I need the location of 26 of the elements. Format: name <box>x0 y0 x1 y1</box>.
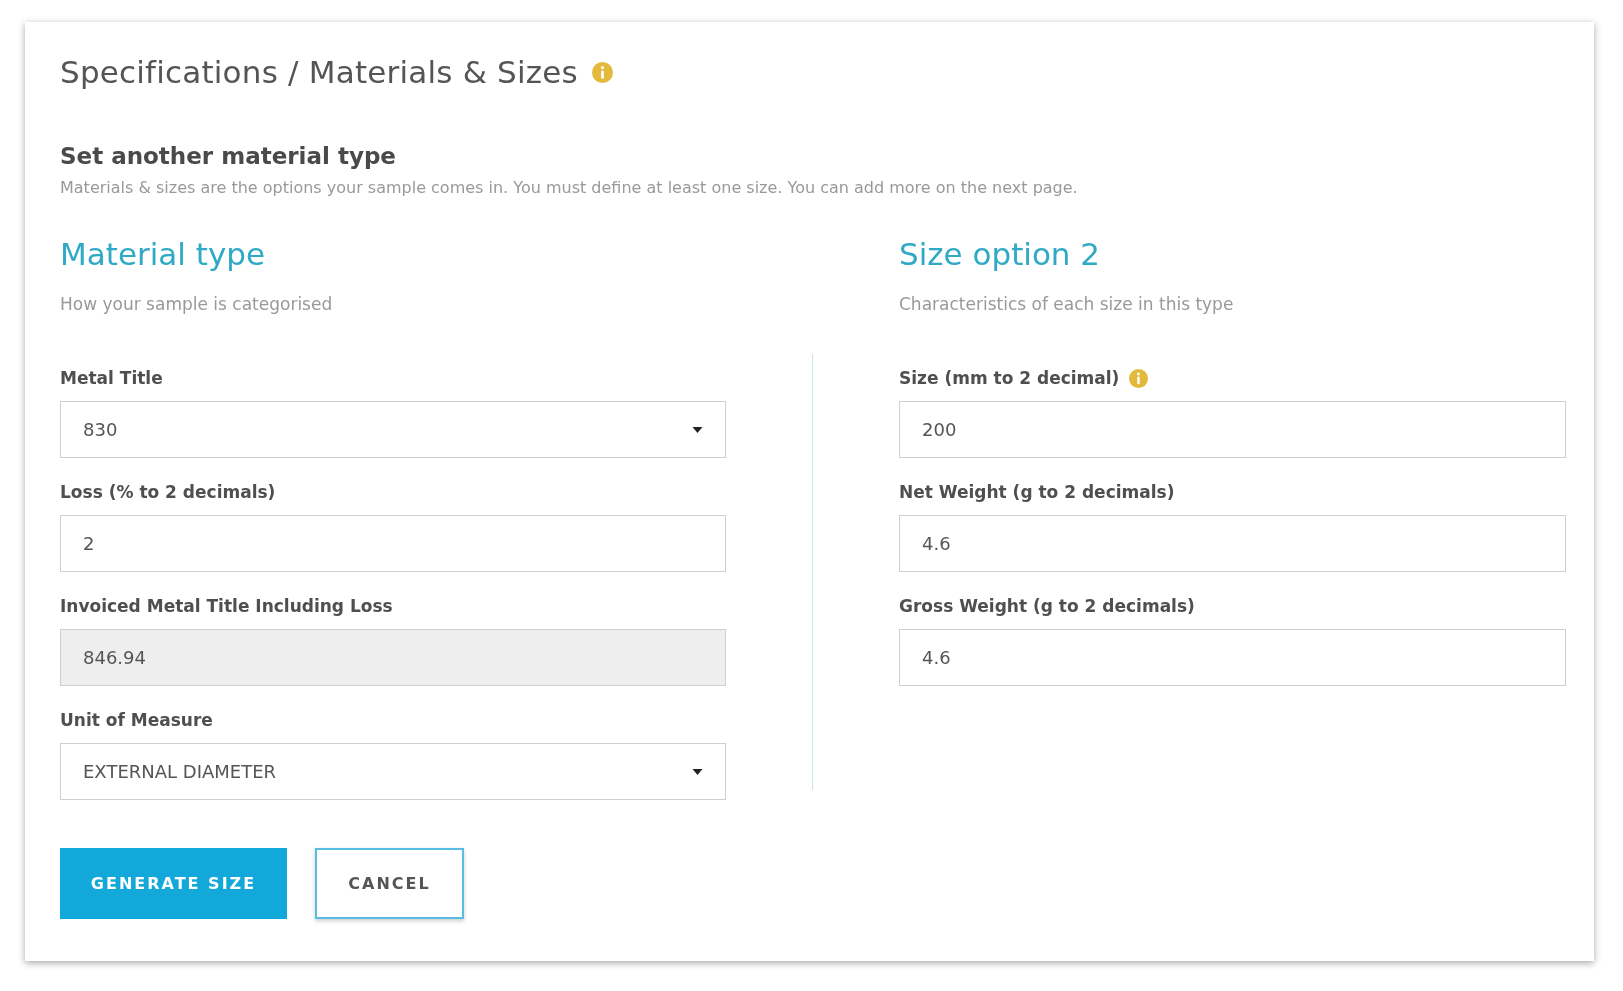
info-icon[interactable] <box>591 61 613 83</box>
page-title: Specifications / Materials & Sizes <box>60 54 578 90</box>
cancel-button[interactable]: CANCEL <box>315 848 464 919</box>
section-heading: Set another material type <box>60 143 397 169</box>
field-label: Invoiced Metal Title Including Loss <box>60 596 393 616</box>
column-subtitle: Characteristics of each size in this type <box>899 294 1235 316</box>
caret-icon <box>692 768 703 775</box>
field-label: Metal Title <box>60 368 163 388</box>
column-title: Material type <box>60 236 267 274</box>
field-label: Loss (% to 2 decimals) <box>60 482 276 502</box>
section-description: Materials & sizes are the options your sample comes in. You must define at least one size. You can add more on the next page. <box>60 178 1079 197</box>
field-label: Gross Weight (g to 2 decimals) <box>899 596 1195 616</box>
input-field[interactable]: 2 <box>60 515 726 572</box>
dropdown[interactable]: EXTERNAL DIAMETER <box>60 743 726 800</box>
caret-icon <box>692 426 703 433</box>
input-field[interactable]: 200 <box>899 401 1566 458</box>
input-field: 846.94 <box>60 629 726 686</box>
dropdown[interactable]: 830 <box>60 401 726 458</box>
input-field[interactable]: 4.6 <box>899 515 1566 572</box>
input-field[interactable]: 4.6 <box>899 629 1566 686</box>
column-title: Size option 2 <box>899 236 1102 274</box>
field-label: Size (mm to 2 decimal) <box>899 368 1120 388</box>
column-subtitle: How your sample is categorised <box>60 294 334 316</box>
field-label: Net Weight (g to 2 decimals) <box>899 482 1175 502</box>
info-icon[interactable] <box>1129 368 1149 388</box>
field-label: Unit of Measure <box>60 710 213 730</box>
